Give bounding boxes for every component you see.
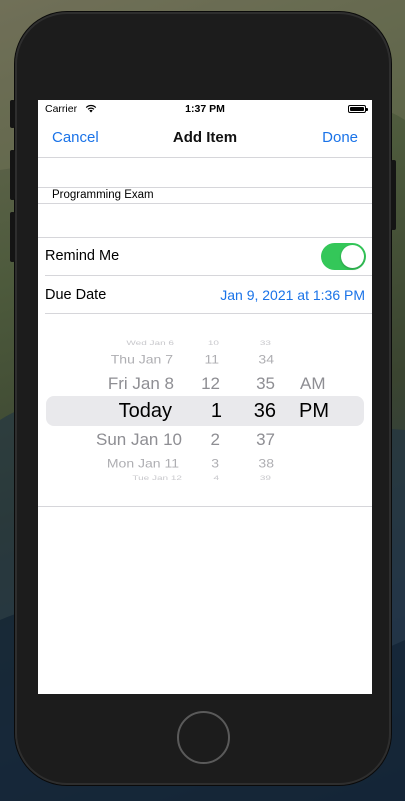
app-screen: Carrier 1:37 PM Cancel Add Item Done Pro… [38,100,372,694]
field-divider-bottom [38,203,372,204]
picker-hour-cell[interactable]: 12 [201,374,220,394]
picker-minute-cell[interactable]: 38 [258,456,274,470]
picker-minute-cell-selected[interactable]: 36 [254,400,276,423]
status-bar: Carrier 1:37 PM [38,100,372,118]
battery-icon [348,105,368,113]
picker-date-cell[interactable]: Mon Jan 11 [107,456,179,470]
nav-divider [38,157,372,158]
picker-hour-cell[interactable]: 3 [211,456,219,470]
power-button [391,160,396,230]
home-button[interactable] [177,711,230,764]
picker-hour-cell[interactable]: 2 [211,430,220,450]
date-time-picker[interactable]: Wed Jan 6 10 33 Thu Jan 7 11 34 Fri Jan … [38,315,372,493]
picker-ampm-cell[interactable]: AM [300,374,326,394]
due-date-label: Due Date [45,287,107,303]
picker-date-cell-selected[interactable]: Today [119,400,172,423]
row-divider [45,275,372,276]
picker-bottom-divider [38,506,372,507]
done-button[interactable]: Done [322,129,358,146]
remind-me-label: Remind Me [45,248,120,264]
navigation-bar: Cancel Add Item Done [38,118,372,158]
remind-me-toggle[interactable] [321,243,366,270]
picker-minute-cell[interactable]: 37 [256,430,275,450]
picker-minute-cell[interactable]: 33 [260,340,271,347]
due-date-value[interactable]: Jan 9, 2021 at 1:36 PM [220,287,365,303]
picker-date-cell[interactable]: Tue Jan 12 [132,475,182,482]
field-divider-top [38,187,372,188]
section-divider [38,237,372,238]
title-field[interactable]: Programming Exam [52,189,154,201]
picker-date-cell[interactable]: Wed Jan 6 [126,340,174,347]
picker-date-cell[interactable]: Sun Jan 10 [96,430,182,450]
picker-minute-cell[interactable]: 35 [256,374,275,394]
picker-hour-cell-selected[interactable]: 1 [211,400,222,423]
row-divider [45,313,372,314]
toggle-knob [341,245,364,268]
picker-minute-cell[interactable]: 39 [260,475,271,482]
mute-switch [10,100,15,128]
status-time: 1:37 PM [185,103,225,115]
picker-hour-cell[interactable]: 10 [208,340,219,347]
volume-down-button [10,212,15,262]
picker-date-cell[interactable]: Fri Jan 8 [108,374,174,394]
picker-ampm-cell-selected[interactable]: PM [299,400,329,423]
picker-hour-cell[interactable]: 4 [213,475,219,482]
volume-up-button [10,150,15,200]
picker-date-cell[interactable]: Thu Jan 7 [111,352,173,366]
picker-hour-cell[interactable]: 11 [204,352,219,366]
picker-minute-cell[interactable]: 34 [258,352,274,366]
